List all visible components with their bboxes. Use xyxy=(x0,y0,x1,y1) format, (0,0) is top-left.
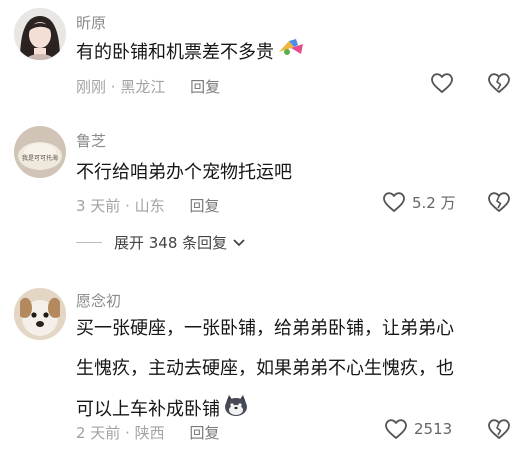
meta-separator: · xyxy=(125,424,130,442)
emoji-icon xyxy=(222,393,250,427)
comment-text: 有的卧铺和机票差不多贵 xyxy=(76,36,496,70)
comment-time: 2 天前 xyxy=(76,424,121,442)
avatar[interactable]: 我是可可托海 xyxy=(14,126,66,178)
comment-text-line: 生愧疚，主动去硬座，如果弟弟不心生愧疚，也 xyxy=(76,358,454,379)
avatar-caption: 我是可可托海 xyxy=(21,155,58,162)
reply-button[interactable]: 回复 xyxy=(190,78,220,96)
comment-location: 山东 xyxy=(134,197,165,215)
comment-meta: 刚刚 · 黑龙江 回复 xyxy=(76,76,220,97)
username[interactable]: 鲁芝 xyxy=(76,130,106,151)
avatar[interactable] xyxy=(14,8,66,60)
comment-time: 刚刚 xyxy=(76,78,107,96)
like-button[interactable] xyxy=(430,72,460,94)
reply-button[interactable]: 回复 xyxy=(189,197,219,215)
dislike-button[interactable] xyxy=(487,191,511,218)
like-button[interactable]: 2513 xyxy=(384,418,452,440)
like-count: 5.2 万 xyxy=(412,193,456,212)
comment-location: 陕西 xyxy=(134,424,165,442)
comment-text: 买一张硬座，一张卧铺，给弟弟卧铺，让弟弟心 生愧疚，主动去硬座，如果弟弟不心生愧… xyxy=(76,314,496,427)
username[interactable]: 愿念初 xyxy=(76,290,121,311)
avatar-image xyxy=(14,126,66,178)
reply-button[interactable]: 回复 xyxy=(189,424,219,442)
expand-replies-label: 展开 348 条回复 xyxy=(114,234,228,252)
chevron-down-icon xyxy=(233,238,245,246)
divider xyxy=(76,242,102,243)
avatar[interactable] xyxy=(14,288,66,340)
comment-text-line: 可以上车补成卧铺 xyxy=(76,399,220,420)
avatar-image xyxy=(14,8,66,60)
comment-location: 黑龙江 xyxy=(120,78,166,96)
comment-text-line: 买一张硬座，一张卧铺，给弟弟卧铺，让弟弟心 xyxy=(76,318,454,339)
broken-heart-icon xyxy=(488,73,510,93)
heart-icon xyxy=(385,419,407,439)
comment-text: 不行给咱弟办个宠物托运吧 xyxy=(76,162,292,183)
comment-item: 我是可可托海 鲁芝 不行给咱弟办个宠物托运吧 3 天前 · 山东 回复 5.2 … xyxy=(0,118,524,258)
dislike-button[interactable] xyxy=(487,72,511,99)
comment-meta: 3 天前 · 山东 回复 xyxy=(76,195,219,216)
comment-meta: 2 天前 · 陕西 回复 xyxy=(76,422,219,443)
expand-replies-button[interactable]: 展开 348 条回复 xyxy=(76,232,246,253)
heart-icon xyxy=(383,192,405,212)
avatar-image xyxy=(14,288,66,340)
comment-time: 3 天前 xyxy=(76,197,121,215)
like-button[interactable]: 5.2 万 xyxy=(382,191,456,213)
comment-item: 愿念初 买一张硬座，一张卧铺，给弟弟卧铺，让弟弟心 生愧疚，主动去硬座，如果弟弟… xyxy=(0,280,524,450)
username[interactable]: 昕原 xyxy=(76,12,106,33)
broken-heart-icon xyxy=(488,192,510,212)
comment-item: 昕原 有的卧铺和机票差不多贵 刚刚 · 黑龙江 回复 xyxy=(0,0,524,110)
meta-separator: · xyxy=(110,78,116,96)
like-count: 2513 xyxy=(414,420,453,438)
heart-icon xyxy=(431,73,453,93)
dislike-button[interactable] xyxy=(487,418,511,445)
meta-separator: · xyxy=(125,197,130,215)
comment-text-line: 有的卧铺和机票差不多贵 xyxy=(76,42,274,63)
emoji-icon xyxy=(276,36,306,70)
broken-heart-icon xyxy=(488,419,510,439)
